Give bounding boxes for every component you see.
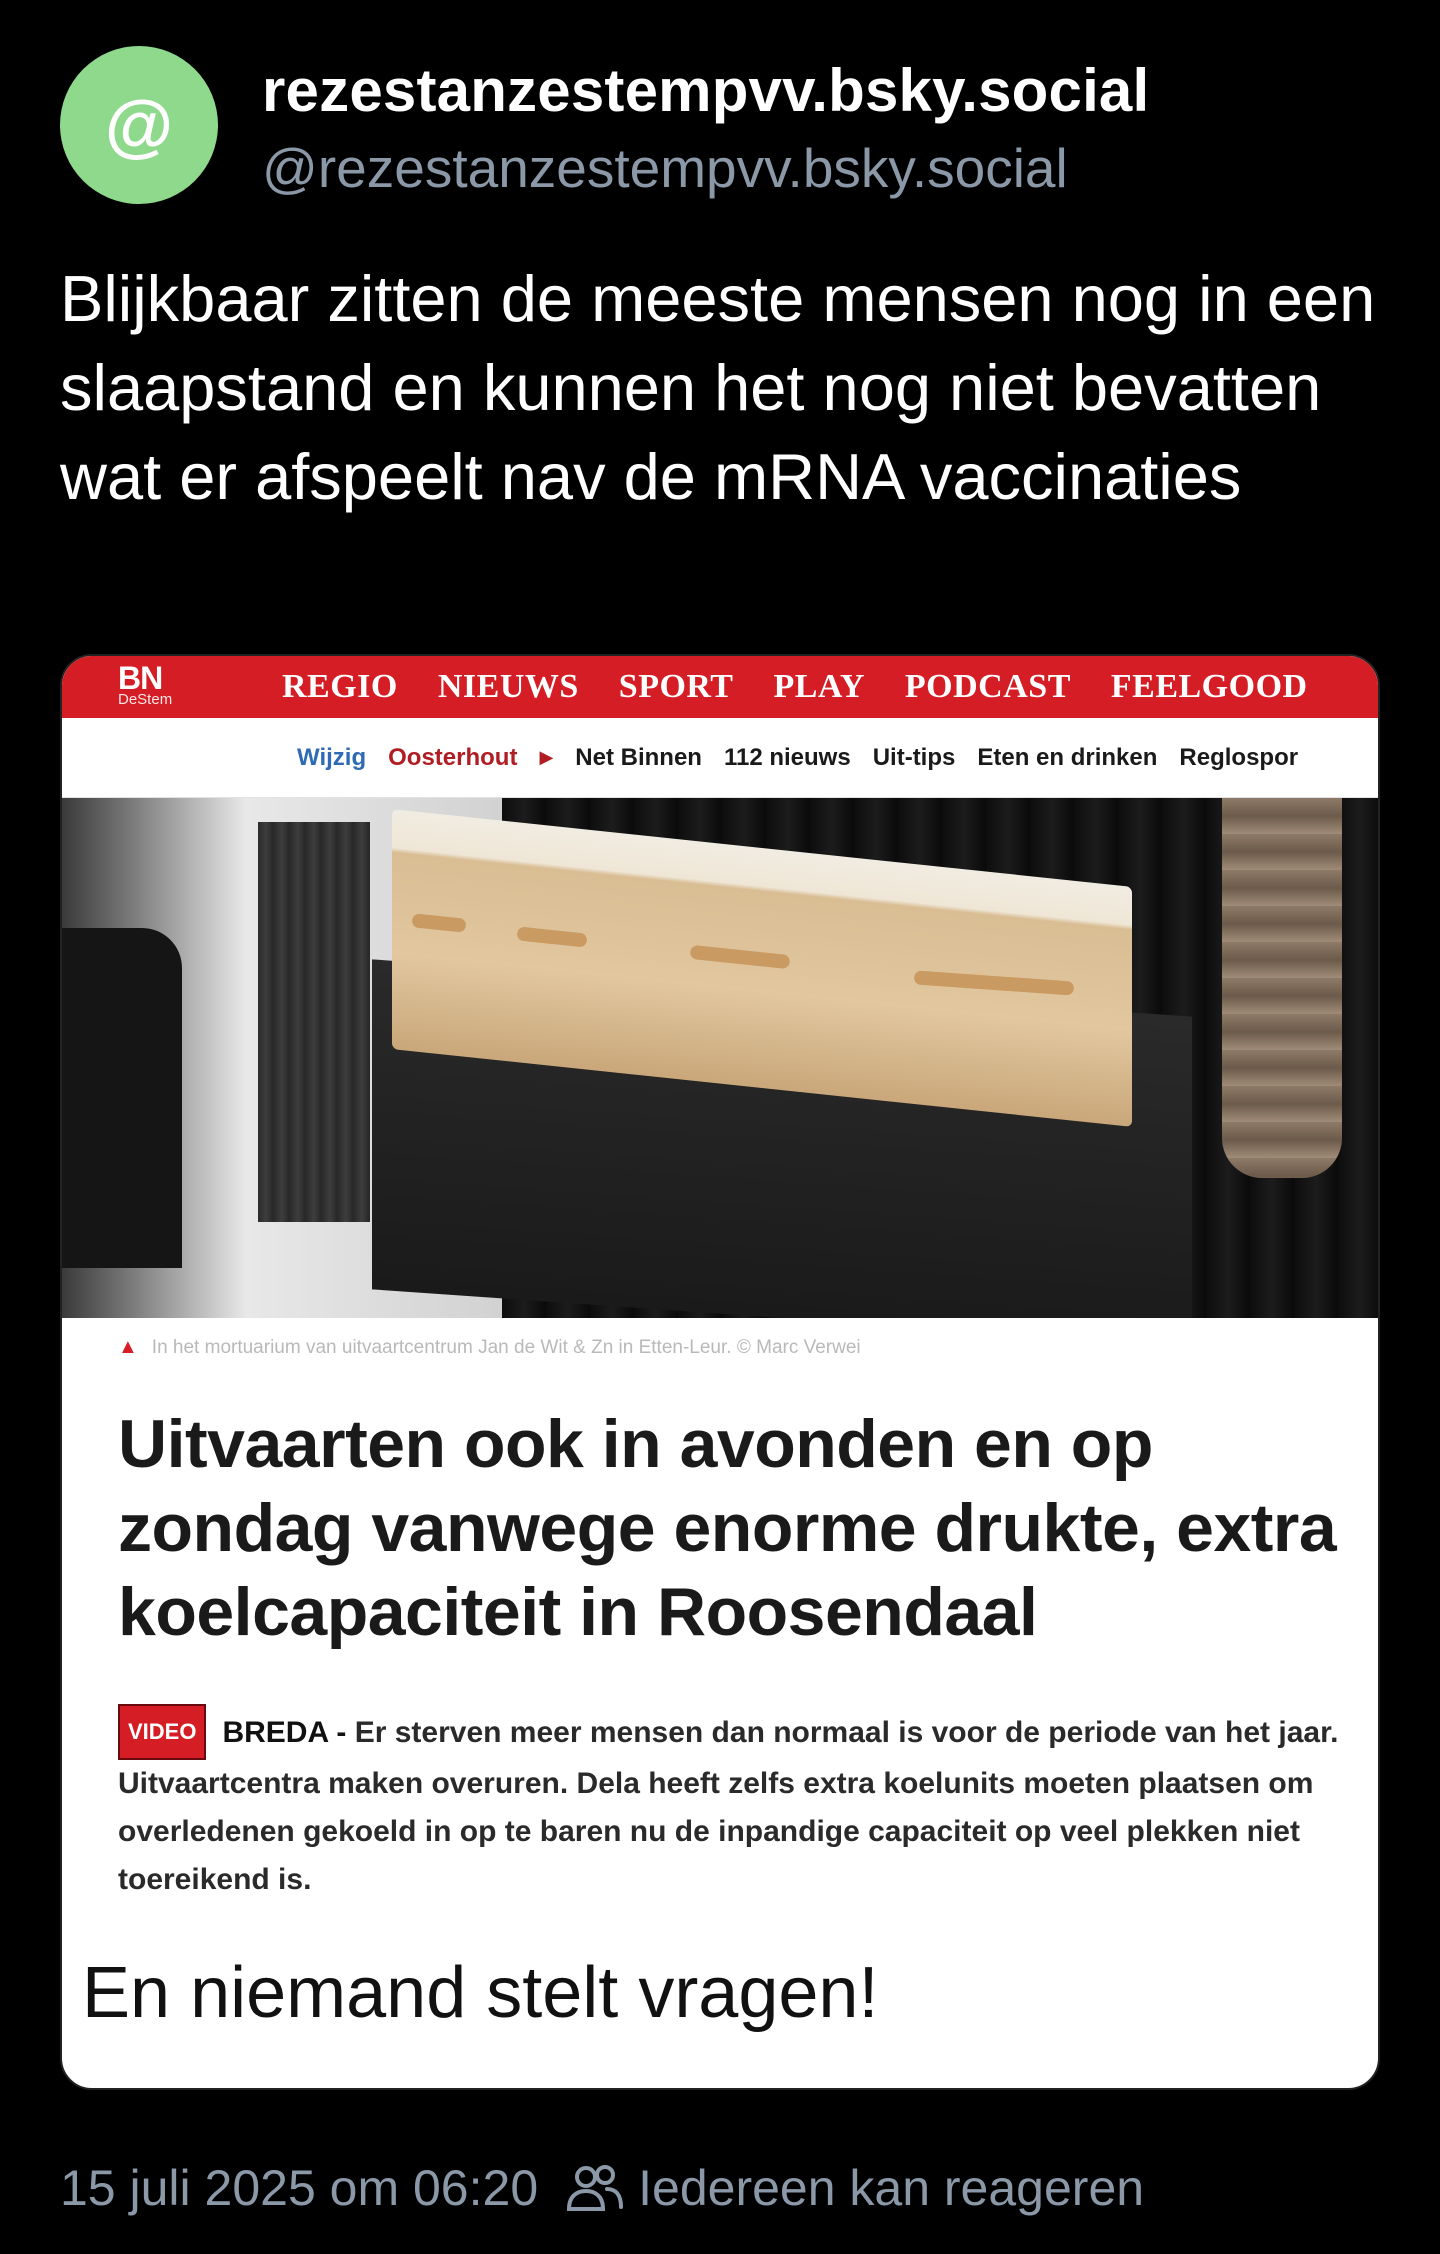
article-lead: VIDEO BREDA - Er sterven meer mensen dan … <box>118 1704 1348 1904</box>
sub-nav-item: Eten en drinken <box>977 743 1158 771</box>
news-nav-item: REGIO <box>282 668 398 705</box>
author-display-name[interactable]: rezestanzestempvv.bsky.social <box>262 56 1149 125</box>
news-nav-item: NIEUWS <box>437 668 579 705</box>
author-handle[interactable]: @rezestanzestempvv.bsky.social <box>262 136 1068 200</box>
post-footer: 15 juli 2025 om 06:20 Iedereen kan reage… <box>60 2158 1144 2218</box>
sub-nav-item: Net Binnen <box>575 743 702 771</box>
sub-nav-item: 112 nieuws <box>723 743 851 771</box>
photo-chair <box>62 928 182 1268</box>
news-main-nav: REGIO NIEUWS SPORT PLAY PODCAST FEELGOOD <box>192 668 1308 706</box>
play-triangle-icon: ▶ <box>539 747 554 767</box>
photo-caption: ▲ In het mortuarium van uitvaartcentrum … <box>118 1336 1318 1359</box>
sub-nav-edit: Wijzig <box>297 743 367 771</box>
video-badge: VIDEO <box>118 1704 207 1760</box>
sub-nav-city: Oosterhout <box>388 743 518 771</box>
news-nav-item: PLAY <box>773 668 865 705</box>
overlay-text: En niemand stelt vragen! <box>82 1953 879 2033</box>
news-nav-item: SPORT <box>618 668 734 705</box>
photo-caption-text: In het mortuarium van uitvaartcentrum Ja… <box>151 1336 861 1358</box>
photo-cloth <box>1222 798 1342 1178</box>
article-headline: Uitvaarten ook in avonden en op zondag v… <box>118 1406 1337 1650</box>
post-image[interactable]: BN DeStem REGIO NIEUWS SPORT PLAY PODCAS… <box>60 654 1380 2090</box>
news-site-logo: BN DeStem <box>62 656 192 718</box>
photo-pillar <box>258 822 370 1222</box>
caption-triangle-icon: ▲ <box>118 1336 138 1358</box>
sub-nav-item: Reglospor <box>1179 743 1299 771</box>
news-site-topbar: BN DeStem REGIO NIEUWS SPORT PLAY PODCAS… <box>62 656 1378 718</box>
reply-setting-label: Iedereen kan reageren <box>638 2160 1145 2216</box>
logo-main: BN <box>118 660 163 696</box>
avatar[interactable]: @ <box>60 46 218 204</box>
news-nav-item: PODCAST <box>904 668 1071 705</box>
lead-city: BREDA - <box>222 1716 347 1749</box>
post-text: Blijkbaar zitten de meeste mensen nog in… <box>60 262 1376 513</box>
post-timestamp[interactable]: 15 juli 2025 om 06:20 <box>60 2159 538 2217</box>
sub-nav-item: Uit-tips <box>872 743 956 771</box>
logo-sub: DeStem <box>118 691 173 708</box>
people-icon <box>567 2165 624 2211</box>
news-nav-item: FEELGOOD <box>1110 668 1308 705</box>
post: @ rezestanzestempvv.bsky.social @rezesta… <box>0 0 1440 2254</box>
coffin-photo <box>62 798 1378 1318</box>
at-sign-icon: @ <box>104 86 174 164</box>
news-sub-nav: Wijzig Oosterhout ▶ Net Binnen 112 nieuw… <box>62 718 1378 798</box>
reply-setting[interactable]: Iedereen kan reageren <box>566 2159 1144 2217</box>
